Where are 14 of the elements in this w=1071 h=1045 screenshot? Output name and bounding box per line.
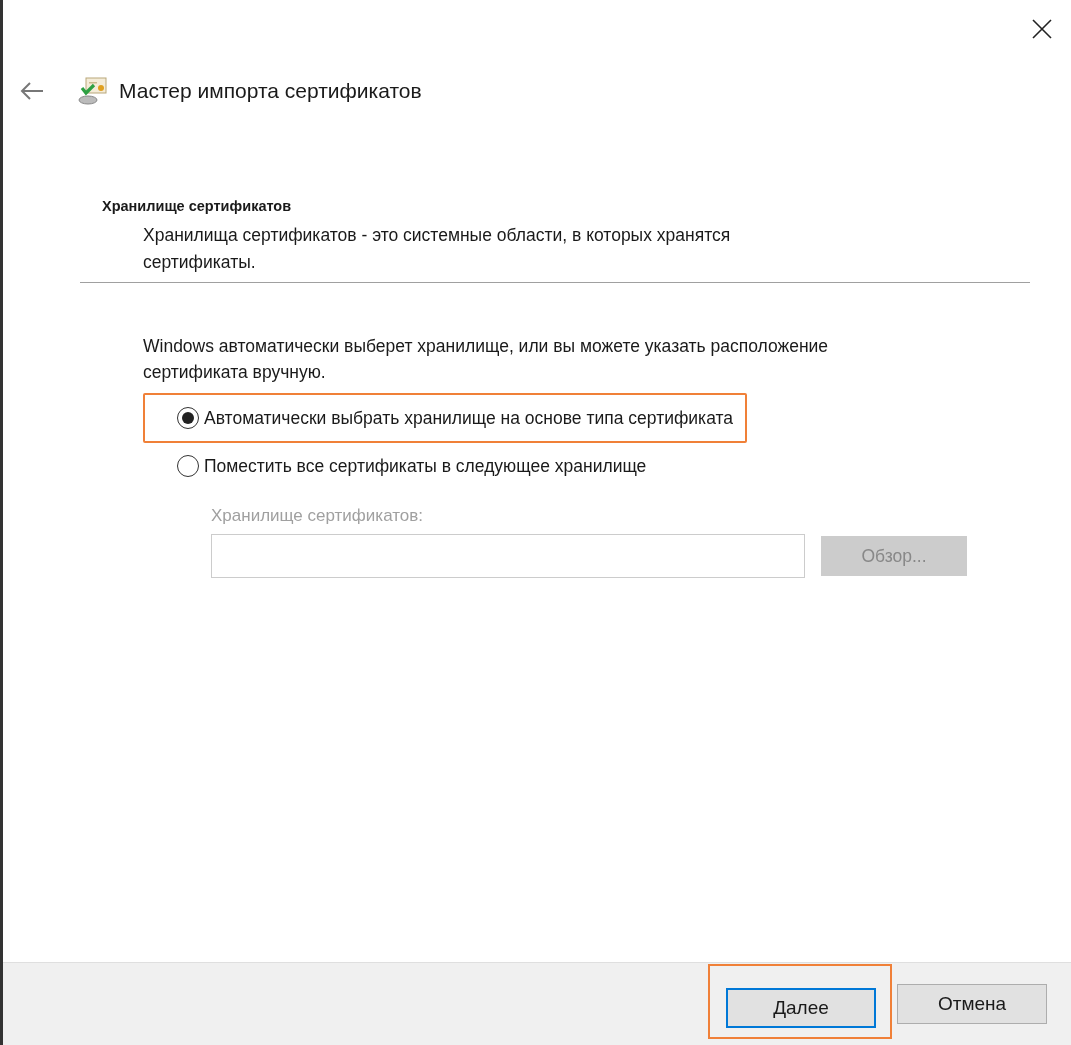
intro-text: Windows автоматически выберет хранилище, или вы можете указать расположение сертификата вручную.: [143, 335, 830, 384]
section-description: Хранилища сертификатов - это системные области, в которых хранятся сертификаты.: [142, 224, 732, 274]
certificate-icon: [77, 76, 107, 106]
radio-option[interactable]: Автоматически выбрать хранилище на основе типа сертификата: [143, 393, 748, 443]
dialog-button[interactable]: Отмена: [897, 984, 1047, 1024]
store-field-label: Хранилище сертификатов:: [211, 506, 424, 525]
close-icon[interactable]: [1031, 18, 1053, 40]
section-heading: Хранилище сертификатов: [102, 198, 293, 214]
radio-button[interactable]: [177, 455, 199, 477]
back-arrow-icon[interactable]: [19, 81, 45, 101]
dialog-button[interactable]: Далее: [726, 987, 876, 1028]
radio-option[interactable]: Поместить все сертификаты в следующее хранилище: [143, 441, 661, 491]
radio-button[interactable]: [177, 407, 199, 429]
window-title: Мастер импорта сертификатов: [119, 79, 422, 103]
